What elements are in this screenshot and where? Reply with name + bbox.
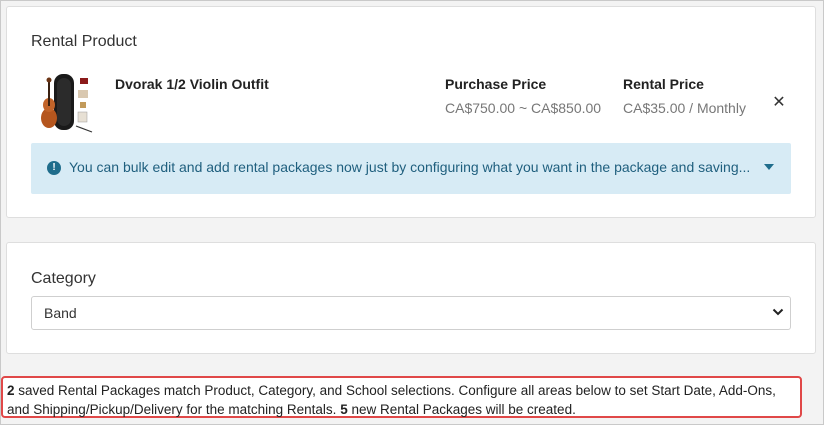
rental-price-label: Rental Price: [623, 76, 704, 92]
close-icon[interactable]: ✕: [771, 95, 787, 111]
info-banner-message: You can bulk edit and add rental package…: [69, 159, 751, 175]
chevron-down-icon: [772, 308, 784, 316]
new-count: 5: [340, 402, 348, 417]
exclamation-circle-icon: !: [47, 161, 61, 175]
caret-down-icon[interactable]: [764, 164, 774, 170]
matching-packages-notice: 2 saved Rental Packages match Product, C…: [1, 376, 802, 418]
rental-product-title: Rental Product: [31, 33, 137, 50]
saved-count: 2: [7, 383, 15, 398]
category-selected-value: Band: [44, 305, 77, 321]
product-name: Dvorak 1/2 Violin Outfit: [115, 76, 269, 92]
purchase-price-label: Purchase Price: [445, 76, 547, 92]
purchase-price-value: CA$750.00 ~ CA$850.00: [445, 100, 602, 116]
notice-part2: new Rental Packages will be created.: [347, 402, 576, 417]
category-select[interactable]: Band: [31, 296, 791, 330]
notice-text: 2 saved Rental Packages match Product, C…: [7, 381, 799, 419]
rental-price-value: CA$35.00 / Monthly: [623, 100, 746, 116]
category-card: Category Band: [6, 242, 816, 354]
violin-product-image: [41, 74, 93, 133]
category-title: Category: [31, 270, 96, 287]
info-banner: ! You can bulk edit and add rental packa…: [31, 143, 791, 194]
rental-product-card: Rental Product Dvorak 1/2 Violin Outfit …: [6, 6, 816, 218]
